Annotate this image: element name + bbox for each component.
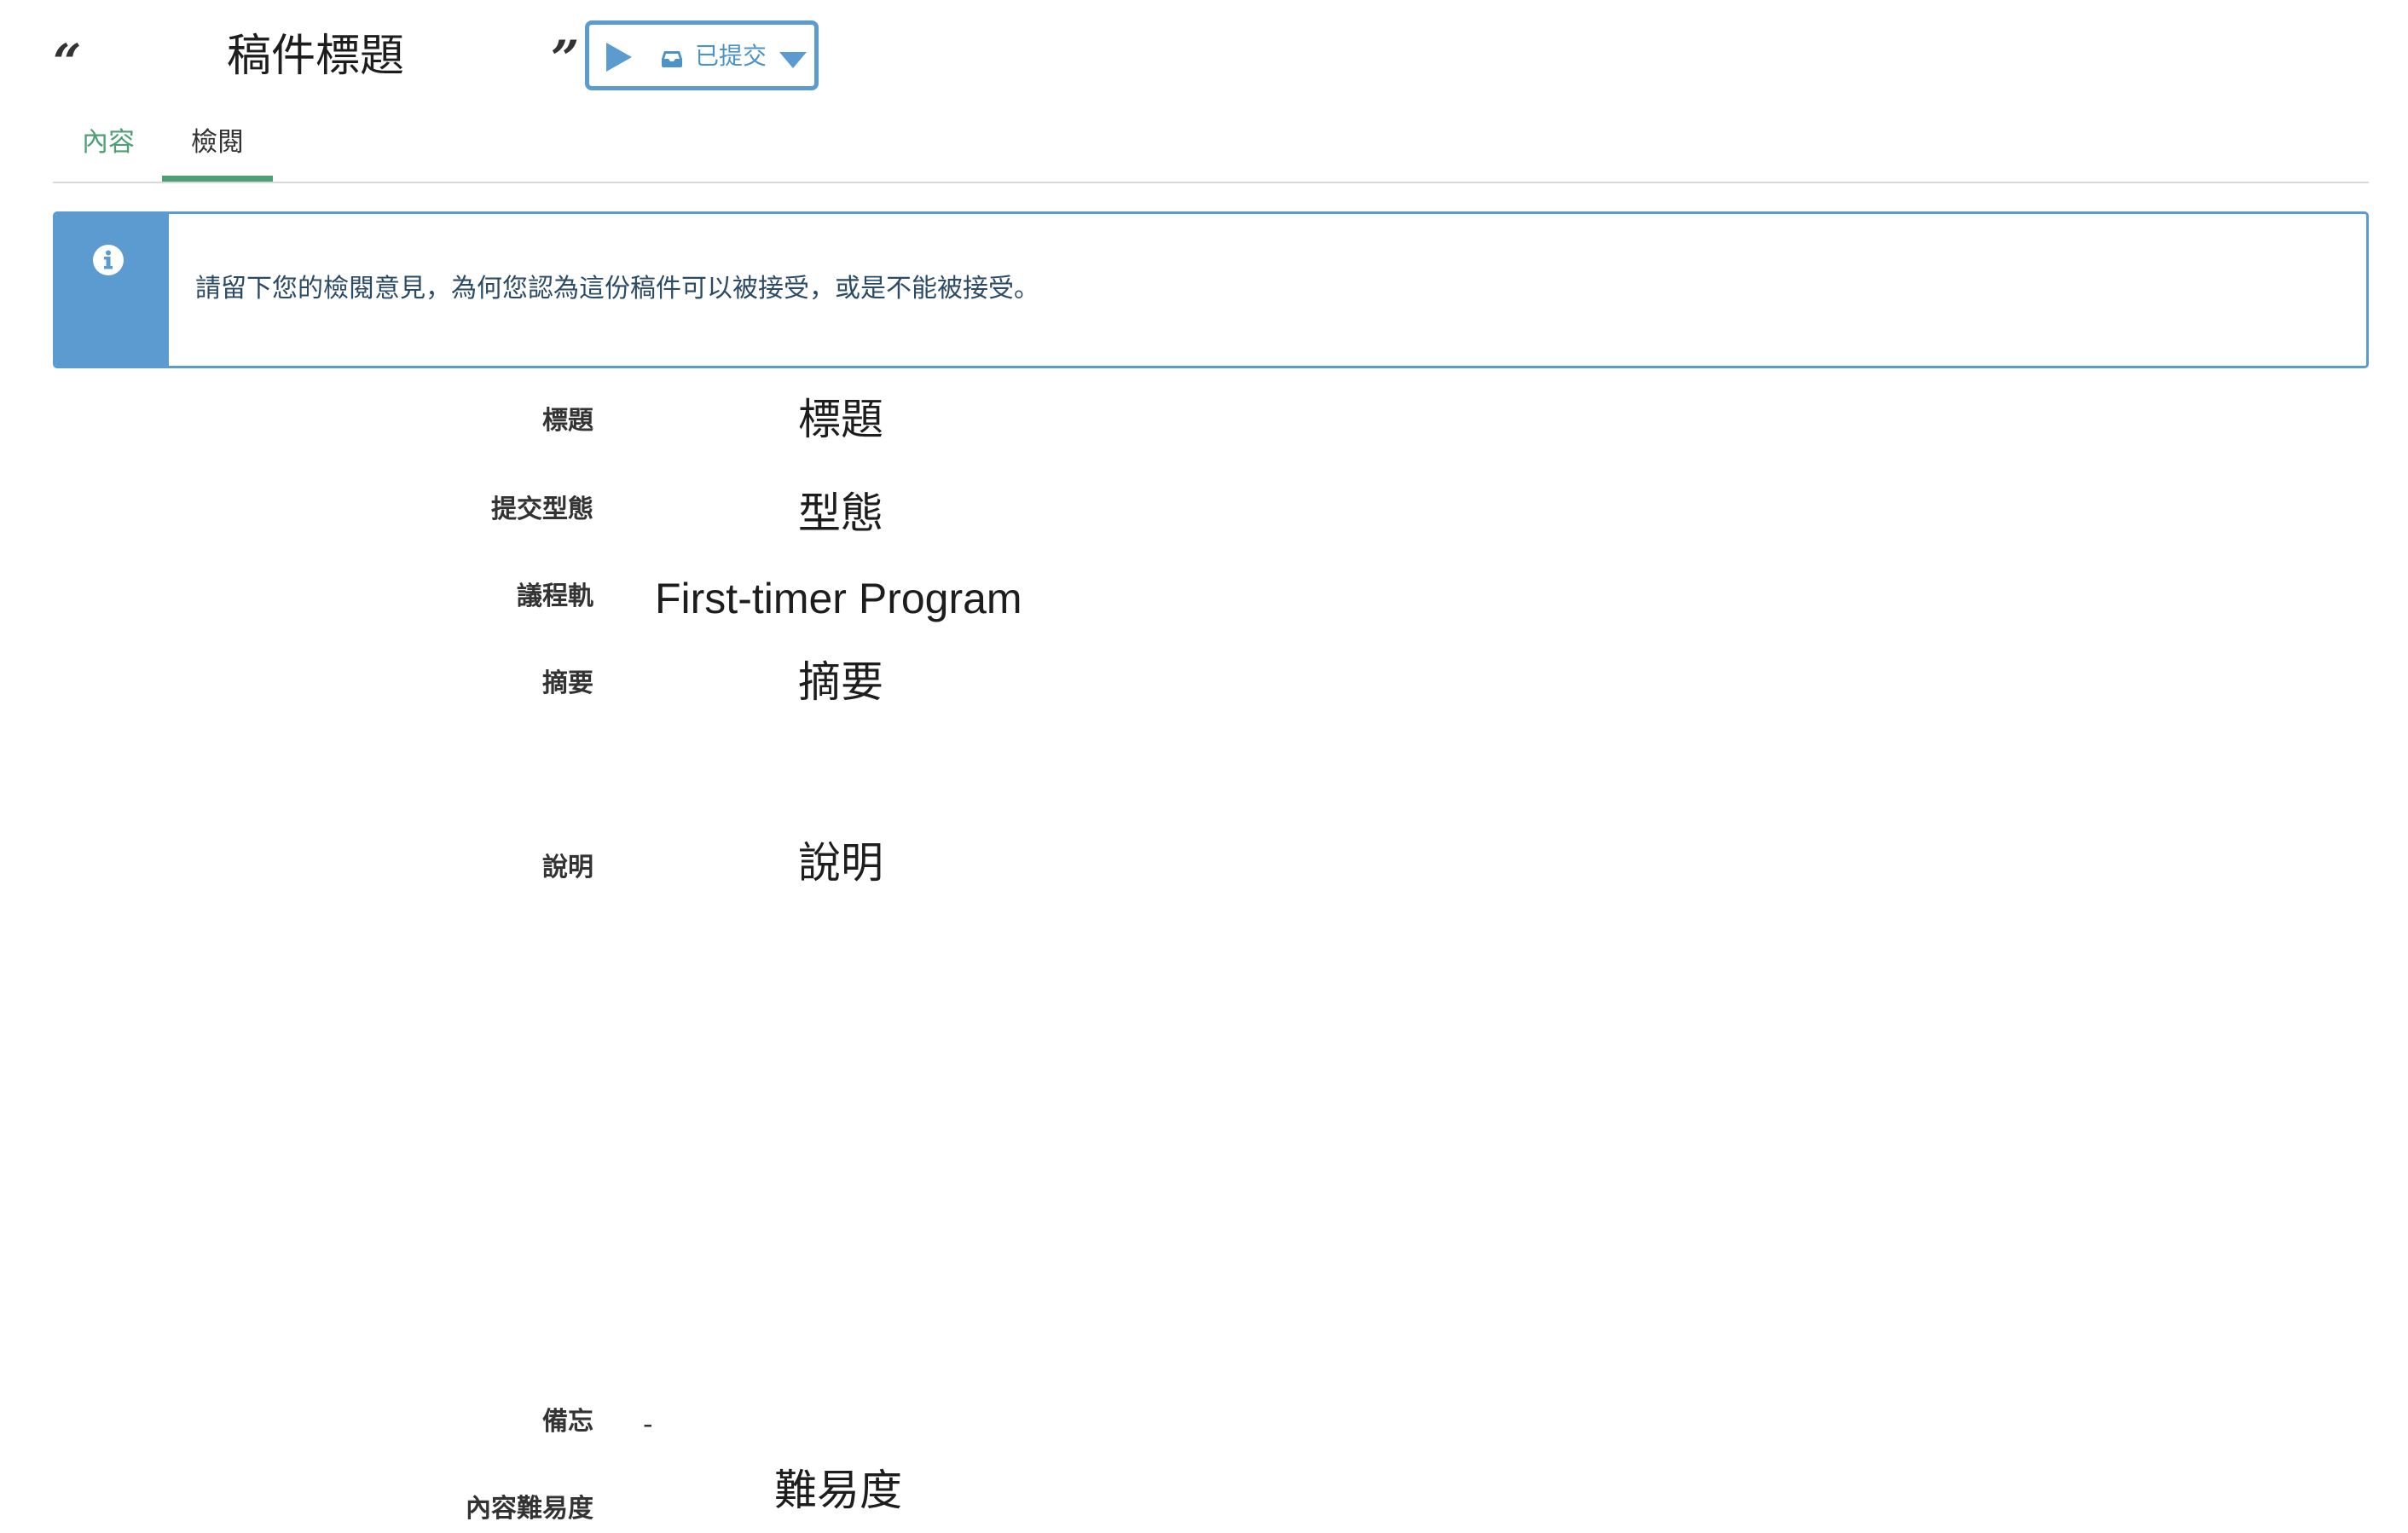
field-label-title: 標題: [542, 406, 593, 436]
caret-down-icon: [779, 52, 807, 68]
field-label-abstract: 摘要: [542, 668, 593, 698]
field-label-track: 議程軌: [517, 581, 593, 611]
info-icon: [93, 245, 124, 275]
alert-icon-stripe: [55, 214, 169, 366]
tab-content[interactable]: 內容: [82, 128, 135, 184]
open-quote-mark: “: [53, 33, 82, 91]
field-value-track: First-timer Program: [655, 575, 1022, 622]
proposal-title: 稿件標題: [227, 31, 405, 82]
field-value-submission-type: 型態: [798, 489, 883, 538]
alert-message: 請留下您的檢閱意見，為何您認為這份稿件可以被接受，或是不能被接受。: [195, 274, 1039, 304]
inbox-icon: [662, 51, 682, 67]
field-label-description: 說明: [542, 853, 593, 882]
status-dropdown-button[interactable]: 已提交: [585, 20, 819, 90]
field-value-difficulty: 難易度: [774, 1466, 902, 1515]
status-label: 已提交: [695, 42, 767, 70]
field-value-description: 說明: [798, 838, 883, 888]
field-value-notes: -: [643, 1408, 653, 1440]
tabs-divider: [53, 182, 2369, 183]
review-info-alert: 請留下您的檢閱意見，為何您認為這份稿件可以被接受，或是不能被接受。: [53, 211, 2369, 368]
field-value-abstract: 摘要: [798, 657, 883, 707]
close-quote-mark: ”: [551, 30, 580, 88]
active-tab-indicator: [162, 176, 273, 182]
field-label-difficulty: 內容難易度: [466, 1494, 593, 1524]
play-icon: [606, 43, 632, 72]
field-value-title: 標題: [798, 395, 883, 444]
field-label-submission-type: 提交型態: [491, 495, 593, 524]
field-label-notes: 備忘: [542, 1407, 593, 1437]
